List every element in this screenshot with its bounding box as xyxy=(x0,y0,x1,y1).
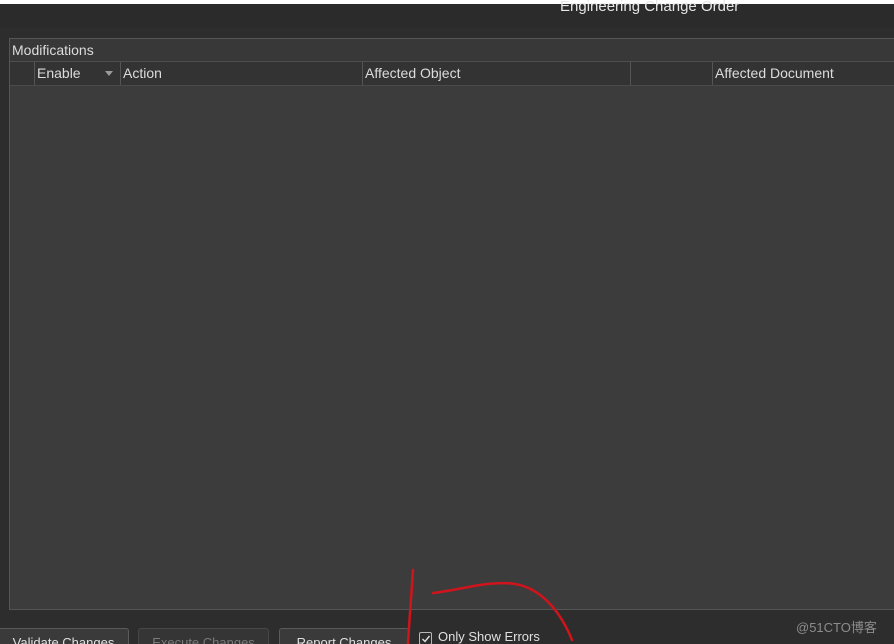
column-affected-document-label: Affected Document xyxy=(715,65,834,81)
modifications-label: Modifications xyxy=(12,42,94,58)
modifications-table-body[interactable] xyxy=(10,86,894,609)
chevron-down-icon[interactable] xyxy=(105,71,113,76)
checkmark-icon xyxy=(422,635,431,643)
column-enable-label: Enable xyxy=(37,65,81,81)
validate-changes-button[interactable]: Validate Changes xyxy=(0,628,129,644)
only-show-errors-label[interactable]: Only Show Errors xyxy=(438,629,540,644)
watermark: @51CTO博客 xyxy=(796,620,877,635)
execute-changes-button[interactable]: Execute Changes xyxy=(138,628,269,644)
column-header-row: Enable Action Affected Object Affected D… xyxy=(10,62,894,86)
column-header-blank[interactable] xyxy=(630,62,712,85)
modifications-group-header: Modifications xyxy=(10,39,894,62)
title-bar: Engineering Change Order xyxy=(0,0,894,28)
window-title: Engineering Change Order xyxy=(560,0,740,15)
column-header-action[interactable]: Action xyxy=(120,62,362,85)
column-header-affected-document[interactable]: Affected Document xyxy=(712,62,894,85)
only-show-errors-checkbox[interactable] xyxy=(419,632,432,644)
report-changes-button[interactable]: Report Changes xyxy=(279,628,409,644)
eco-dialog: Engineering Change Order Modifications E… xyxy=(0,0,894,644)
column-action-label: Action xyxy=(123,65,162,81)
column-affected-object-label: Affected Object xyxy=(365,65,461,81)
bottom-bar: Validate Changes Execute Changes Report … xyxy=(0,612,894,644)
column-header-enable[interactable]: Enable xyxy=(34,62,120,85)
modifications-panel: Modifications Enable Action Affected Obj… xyxy=(9,38,894,610)
column-header-affected-object[interactable]: Affected Object xyxy=(362,62,630,85)
